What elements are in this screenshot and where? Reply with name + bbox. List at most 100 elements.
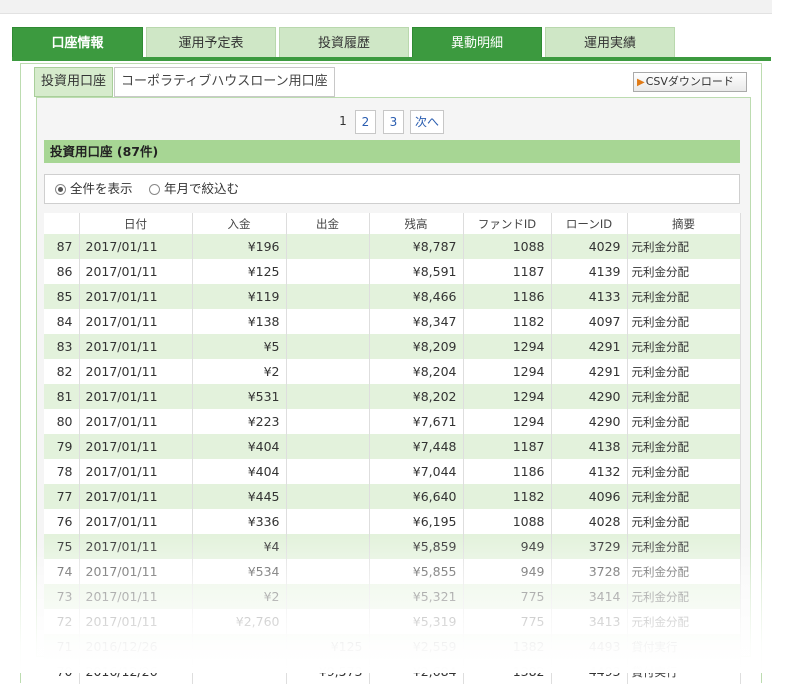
- cell-row-number: 71: [44, 634, 80, 659]
- next-page-link[interactable]: 次へ: [410, 110, 444, 134]
- cell-row-number: 77: [44, 484, 80, 509]
- cell-balance: ¥5,319: [369, 609, 464, 634]
- cell-date: 2017/01/11: [79, 534, 193, 559]
- cell-fund-id: 1294: [463, 359, 552, 384]
- filter-month-radio[interactable]: 年月で絞込む: [149, 175, 239, 203]
- cell-deposit: ¥336: [192, 509, 287, 534]
- cell-balance: ¥5,321: [369, 584, 464, 609]
- cell-balance: ¥5,859: [369, 534, 464, 559]
- cell-fund-id: 775: [463, 609, 552, 634]
- cell-balance: ¥8,466: [369, 284, 464, 309]
- cell-withdrawal: [286, 409, 370, 434]
- cell-loan-id: 4138: [551, 434, 628, 459]
- tab-account-info[interactable]: 口座情報: [12, 27, 143, 58]
- cell-withdrawal: [286, 384, 370, 409]
- radio-unselected-icon: [149, 183, 160, 195]
- column-header-balance: 残高: [369, 213, 464, 234]
- cell-deposit: ¥125: [192, 259, 287, 284]
- cell-row-number: 84: [44, 309, 80, 334]
- cell-deposit: ¥4: [192, 534, 287, 559]
- cell-date: 2017/01/11: [79, 434, 193, 459]
- column-header-deposit: 入金: [192, 213, 287, 234]
- cell-fund-id: 775: [463, 584, 552, 609]
- transactions-table: 日付 入金 出金 残高 ファンドID ローンID 摘要 87 2017/01/11 ¥196 ¥8…: [44, 213, 741, 684]
- tab-transactions[interactable]: 異動明細: [412, 27, 542, 58]
- cell-deposit: ¥2,760: [192, 609, 287, 634]
- subtab-cooperative-loan-account[interactable]: コーポラティブハウスローン用口座: [114, 67, 335, 97]
- cell-date: 2017/01/11: [79, 359, 193, 384]
- cell-description: 元利金分配: [627, 534, 741, 559]
- table-row: 86 2017/01/11 ¥125 ¥8,591 1187 4139 元利金分配: [44, 259, 741, 284]
- cell-description: 元利金分配: [627, 434, 741, 459]
- cell-description: 元利金分配: [627, 284, 741, 309]
- cell-description: 元利金分配: [627, 234, 741, 259]
- cell-withdrawal: [286, 584, 370, 609]
- cell-balance: ¥7,044: [369, 459, 464, 484]
- tab-schedule[interactable]: 運用予定表: [146, 27, 276, 58]
- cell-withdrawal: [286, 259, 370, 284]
- cell-balance: ¥8,204: [369, 359, 464, 384]
- cell-balance: ¥6,195: [369, 509, 464, 534]
- tab-investment-history[interactable]: 投資履歴: [279, 27, 409, 58]
- table-row: 85 2017/01/11 ¥119 ¥8,466 1186 4133 元利金分配: [44, 284, 741, 309]
- subtab-investment-account[interactable]: 投資用口座: [34, 67, 114, 97]
- cell-description: 元利金分配: [627, 384, 741, 409]
- cell-fund-id: 1186: [463, 284, 552, 309]
- cell-deposit: ¥404: [192, 459, 287, 484]
- csv-download-label: CSVダウンロード: [645, 75, 734, 88]
- tab-performance[interactable]: 運用実績: [545, 27, 675, 58]
- cell-loan-id: 4029: [551, 234, 628, 259]
- table-row: 73 2017/01/11 ¥2 ¥5,321 775 3414 元利金分配: [44, 584, 741, 609]
- cell-loan-id: 4290: [551, 384, 628, 409]
- cell-loan-id: 3414: [551, 584, 628, 609]
- cell-deposit: [192, 659, 287, 684]
- cell-loan-id: 3413: [551, 609, 628, 634]
- page-link-3[interactable]: 3: [383, 110, 404, 134]
- cell-withdrawal: [286, 434, 370, 459]
- tab-underline: [12, 57, 771, 61]
- cell-deposit: ¥138: [192, 309, 287, 334]
- cell-date: 2017/01/11: [79, 334, 193, 359]
- table-row: 75 2017/01/11 ¥4 ¥5,859 949 3729 元利金分配: [44, 534, 741, 559]
- cell-withdrawal: ¥125: [286, 634, 370, 659]
- filter-box: 全件を表示 年月で絞込む: [44, 174, 740, 204]
- cell-deposit: ¥445: [192, 484, 287, 509]
- cell-fund-id: 949: [463, 559, 552, 584]
- cell-deposit: ¥196: [192, 234, 287, 259]
- cell-fund-id: 1088: [463, 234, 552, 259]
- filter-all-label: 全件を表示: [70, 181, 133, 196]
- cell-loan-id: 3729: [551, 534, 628, 559]
- cell-loan-id: 4291: [551, 334, 628, 359]
- filter-all-radio[interactable]: 全件を表示: [55, 175, 133, 203]
- cell-deposit: ¥119: [192, 284, 287, 309]
- cell-description: 元利金分配: [627, 309, 741, 334]
- cell-row-number: 73: [44, 584, 80, 609]
- cell-date: 2017/01/11: [79, 309, 193, 334]
- cell-balance: ¥6,640: [369, 484, 464, 509]
- cell-withdrawal: ¥9,573: [286, 659, 370, 684]
- cell-row-number: 85: [44, 284, 80, 309]
- table-header: 日付 入金 出金 残高 ファンドID ローンID 摘要: [44, 213, 741, 234]
- cell-date: 2016/12/26: [79, 634, 193, 659]
- cell-withdrawal: [286, 284, 370, 309]
- page-link-2[interactable]: 2: [355, 110, 376, 134]
- radio-selected-icon: [55, 183, 66, 195]
- cell-deposit: [192, 634, 287, 659]
- table-row: 72 2017/01/11 ¥2,760 ¥5,319 775 3413 元利金分配: [44, 609, 741, 634]
- cell-loan-id: 4139: [551, 259, 628, 284]
- cell-description: 元利金分配: [627, 459, 741, 484]
- cell-withdrawal: [286, 559, 370, 584]
- cell-row-number: 87: [44, 234, 80, 259]
- cell-date: 2017/01/11: [79, 259, 193, 284]
- cell-balance: ¥8,591: [369, 259, 464, 284]
- csv-download-button[interactable]: ▶CSVダウンロード: [633, 72, 747, 92]
- cell-withdrawal: [286, 309, 370, 334]
- cell-balance: ¥8,202: [369, 384, 464, 409]
- table-row: 71 2016/12/26 ¥125 ¥2,559 1382 4493 貸付実行: [44, 634, 741, 659]
- table-row: 81 2017/01/11 ¥531 ¥8,202 1294 4290 元利金分配: [44, 384, 741, 409]
- cell-fund-id: 1294: [463, 384, 552, 409]
- cell-row-number: 78: [44, 459, 80, 484]
- table-row: 77 2017/01/11 ¥445 ¥6,640 1182 4096 元利金分配: [44, 484, 741, 509]
- column-header-date: 日付: [79, 213, 193, 234]
- cell-loan-id: 4097: [551, 309, 628, 334]
